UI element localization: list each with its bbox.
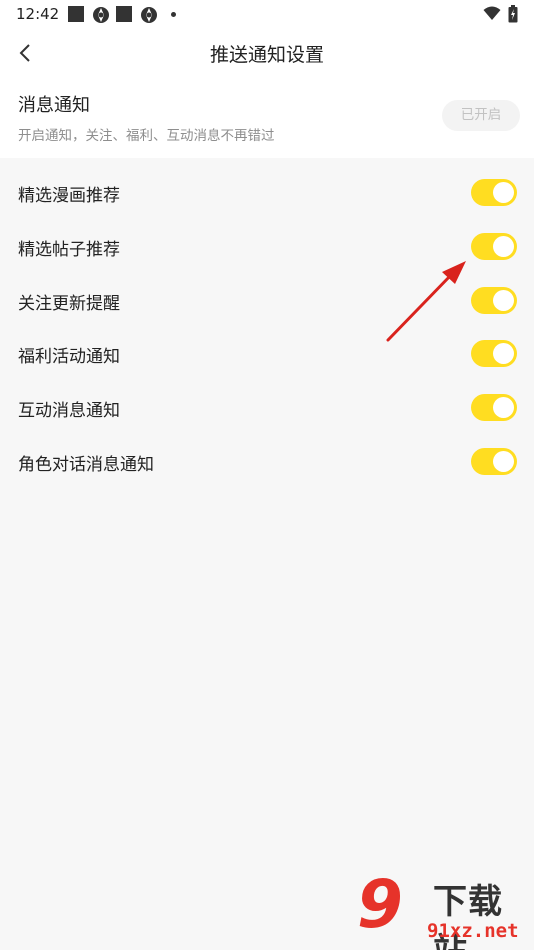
master-notification-description: 开启通知，关注、福利、互动消息不再错过 <box>18 128 275 144</box>
setting-label: 关注更新提醒 <box>18 293 120 314</box>
toggle-knob <box>493 397 514 419</box>
setting-label: 精选漫画推荐 <box>18 186 120 206</box>
master-notification-title: 消息通知 <box>18 95 90 116</box>
setting-row-featured-comics: 精选漫画推荐 <box>0 166 534 220</box>
setting-label: 角色对话消息通知 <box>18 454 154 475</box>
square-notification-icon <box>68 6 84 22</box>
watermark-logo: 9 下载站 91xz.net <box>355 866 534 950</box>
toggle-switch[interactable] <box>471 447 517 475</box>
setting-row-interaction-messages: 互动消息通知 <box>0 381 534 435</box>
master-notification-section: 消息通知 开启通知，关注、福利、互动消息不再错过 已开启 <box>0 76 534 158</box>
page-title: 推送通知设置 <box>209 44 324 66</box>
toggle-switch[interactable] <box>471 232 517 260</box>
toggle-switch[interactable] <box>471 394 517 422</box>
watermark-url: 91xz.net <box>427 920 519 942</box>
toggle-knob <box>493 289 514 311</box>
toggle-switch[interactable] <box>471 286 517 314</box>
setting-label: 福利活动通知 <box>18 347 120 368</box>
gear-notification-icon <box>141 7 157 23</box>
toggle-switch[interactable] <box>471 179 517 206</box>
toggle-knob <box>493 235 514 257</box>
toggle-knob <box>493 343 514 365</box>
setting-row-character-dialogue: 角色对话消息通知 <box>0 435 534 489</box>
dot-icon <box>171 12 176 17</box>
setting-label: 精选帖子推荐 <box>18 239 120 260</box>
toggle-switch[interactable] <box>471 340 517 368</box>
wifi-icon <box>483 6 501 20</box>
annotation-arrow-icon <box>386 261 466 342</box>
setting-label: 互动消息通知 <box>18 401 120 422</box>
status-bar: 12:42 <box>0 0 534 30</box>
battery-icon <box>508 5 518 23</box>
toggle-knob <box>493 182 514 203</box>
square-notification-icon <box>116 6 132 22</box>
toggle-knob <box>493 450 514 472</box>
status-time: 12:42 <box>16 5 60 23</box>
gear-notification-icon <box>93 7 109 23</box>
app-header: 推送通知设置 <box>0 30 534 76</box>
notification-enabled-button[interactable]: 已开启 <box>442 100 520 131</box>
watermark-nine-logo: 9 <box>357 866 403 943</box>
